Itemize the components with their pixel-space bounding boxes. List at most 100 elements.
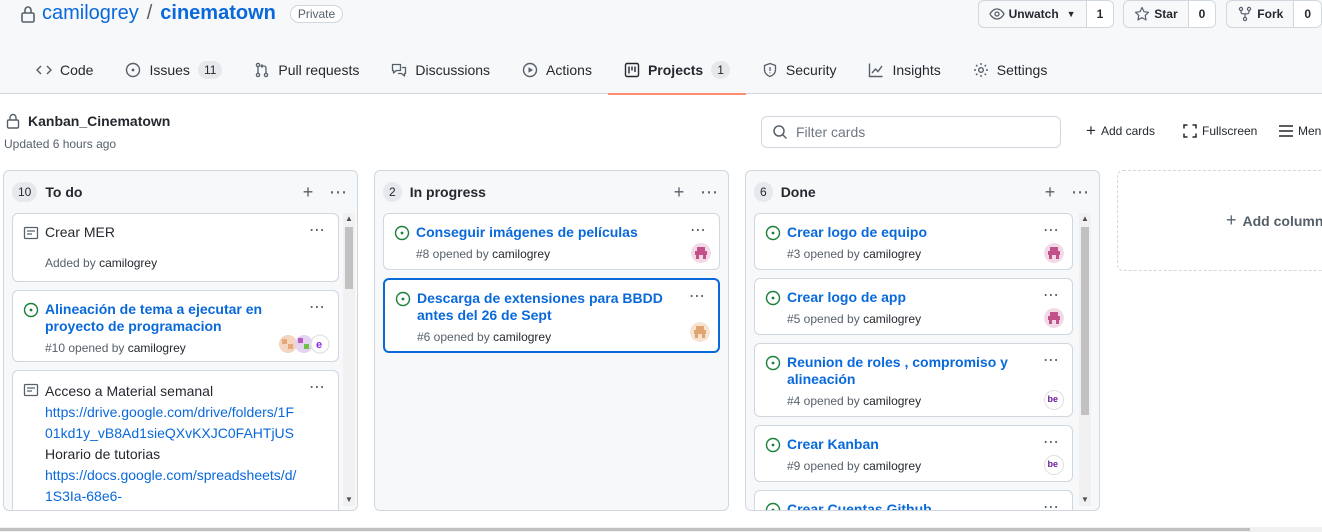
fullscreen-button[interactable]: Fullscreen xyxy=(1183,124,1257,138)
card-author[interactable]: camilogrey xyxy=(863,459,921,473)
star-count[interactable]: 0 xyxy=(1188,1,1216,27)
star-button[interactable]: Star xyxy=(1124,1,1189,27)
card-author[interactable]: camilogrey xyxy=(493,330,551,344)
issue-card[interactable]: Crear logo de equipo #3 opened by camilo… xyxy=(754,213,1073,270)
issue-card[interactable]: Crear logo de app #5 opened by camilogre… xyxy=(754,278,1073,335)
avatar[interactable] xyxy=(690,322,710,342)
avatar[interactable]: be xyxy=(1044,455,1064,475)
issue-card-selected[interactable]: Descarga de extensiones para BBDD antes … xyxy=(383,278,720,353)
tab-issues[interactable]: Issues 11 xyxy=(109,46,238,94)
issue-card[interactable]: Conseguir imágenes de películas #8 opene… xyxy=(383,213,720,270)
avatar[interactable]: be xyxy=(1044,390,1064,410)
fork-button[interactable]: Fork xyxy=(1227,1,1295,27)
star-icon xyxy=(1135,6,1150,21)
tab-label: Discussions xyxy=(415,62,491,78)
kebab-horizontal-icon[interactable]: ⋯ xyxy=(1069,181,1091,203)
kebab-horizontal-icon[interactable]: ⋯ xyxy=(327,181,349,203)
card-meta: #3 opened by camilogrey xyxy=(787,245,1034,263)
scroll-up-arrow[interactable]: ▲ xyxy=(343,213,355,225)
issue-card[interactable]: Alineación de tema a ejecutar en proyect… xyxy=(12,290,339,362)
card-menu-icon[interactable]: ⋯ xyxy=(309,220,326,240)
svg-text:be: be xyxy=(1048,394,1059,404)
issue-opened-icon xyxy=(765,355,781,371)
avatar[interactable] xyxy=(1044,308,1064,328)
add-cards-button[interactable]: + Add cards xyxy=(1086,122,1155,139)
issue-opened-icon xyxy=(765,437,781,453)
search-icon xyxy=(773,125,788,140)
tab-code[interactable]: Code xyxy=(20,46,109,94)
card-author[interactable]: camilogrey xyxy=(492,247,550,261)
add-card-plus-icon[interactable]: + xyxy=(297,181,319,203)
add-card-plus-icon[interactable]: + xyxy=(668,181,690,203)
scroll-thumb[interactable] xyxy=(1081,227,1089,415)
card-menu-icon[interactable]: ⋯ xyxy=(690,220,707,240)
card-meta-prefix: #6 opened by xyxy=(417,330,490,344)
issue-card[interactable]: Reunion de roles , compromiso y alineaci… xyxy=(754,343,1073,417)
plus-icon: + xyxy=(1226,210,1237,230)
card-title[interactable]: Crear Kanban xyxy=(787,436,1034,453)
card-author[interactable]: camilogrey xyxy=(863,247,921,261)
card-title[interactable]: Alineación de tema a ejecutar en proyect… xyxy=(45,301,300,335)
add-column-button[interactable]: + Add column xyxy=(1117,170,1322,271)
horizontal-scrollbar[interactable] xyxy=(0,527,1322,532)
tab-label: Actions xyxy=(546,62,592,78)
card-title[interactable]: Crear Cuentas Github xyxy=(787,501,1034,510)
project-icon xyxy=(624,62,640,78)
avatar[interactable] xyxy=(691,243,711,263)
horizontal-scroll-thumb[interactable] xyxy=(0,528,1250,531)
card-meta: #5 opened by camilogrey xyxy=(787,310,1034,328)
fullscreen-label: Fullscreen xyxy=(1202,124,1258,138)
card-menu-icon[interactable]: ⋯ xyxy=(1043,220,1060,240)
note-card[interactable]: Acceso a Material semanal https://drive.… xyxy=(12,370,339,510)
watch-button[interactable]: Unwatch ▼ xyxy=(979,1,1087,27)
scroll-up-arrow[interactable]: ▲ xyxy=(1079,213,1091,225)
card-menu-icon[interactable]: ⋯ xyxy=(689,286,706,306)
tab-discussions[interactable]: Discussions xyxy=(375,46,506,94)
card-author[interactable]: camilogrey xyxy=(863,394,921,408)
eye-icon xyxy=(988,8,1005,20)
filter-cards-input[interactable] xyxy=(796,124,1046,140)
kebab-horizontal-icon[interactable]: ⋯ xyxy=(698,181,720,203)
card-menu-icon[interactable]: ⋯ xyxy=(1043,285,1060,305)
column-scrollbar[interactable]: ▲ ▼ xyxy=(1079,213,1091,506)
card-author[interactable]: camilogrey xyxy=(128,341,186,355)
watch-count[interactable]: 1 xyxy=(1086,1,1114,27)
note-card[interactable]: Crear MER Added by camilogrey ⋯ xyxy=(12,213,339,282)
column-scrollbar[interactable]: ▲ ▼ xyxy=(343,213,355,506)
issue-card[interactable]: Crear Cuentas Github ⋯ xyxy=(754,490,1073,510)
card-menu-icon[interactable]: ⋯ xyxy=(1043,432,1060,452)
scroll-down-arrow[interactable]: ▼ xyxy=(1079,494,1091,506)
menu-button[interactable]: Menu xyxy=(1279,124,1322,138)
visibility-badge: Private xyxy=(289,4,344,23)
tab-actions[interactable]: Actions xyxy=(506,46,608,94)
tab-settings[interactable]: Settings xyxy=(957,46,1064,94)
fork-count[interactable]: 0 xyxy=(1294,1,1321,27)
tab-pull-requests[interactable]: Pull requests xyxy=(238,46,375,94)
card-author[interactable]: camilogrey xyxy=(863,312,921,326)
chevron-down-icon: ▼ xyxy=(1066,9,1076,19)
repo-owner-link[interactable]: camilogrey xyxy=(42,2,139,25)
card-author[interactable]: camilogrey xyxy=(99,256,157,270)
tab-insights[interactable]: Insights xyxy=(852,46,956,94)
repo-header: camilogrey / cinematown Private Unwatch … xyxy=(0,0,1322,95)
fork-button-group: Fork 0 xyxy=(1226,0,1322,28)
card-title[interactable]: Reunion de roles , compromiso y alineaci… xyxy=(787,354,1034,388)
avatar[interactable] xyxy=(1044,243,1064,263)
issue-card[interactable]: Crear Kanban #9 opened by camilogrey ⋯ b… xyxy=(754,425,1073,482)
card-menu-icon[interactable]: ⋯ xyxy=(309,297,326,317)
card-title[interactable]: Crear logo de app xyxy=(787,289,1034,306)
card-title[interactable]: Crear logo de equipo xyxy=(787,224,1034,241)
card-menu-icon[interactable]: ⋯ xyxy=(309,377,326,397)
repo-name-link[interactable]: cinematown xyxy=(160,2,276,25)
scroll-thumb[interactable] xyxy=(345,227,353,289)
scroll-down-arrow[interactable]: ▼ xyxy=(343,494,355,506)
card-link[interactable]: https://docs.google.com/spreadsheets/d/1… xyxy=(45,465,300,507)
tab-security[interactable]: Security xyxy=(746,46,853,94)
card-title[interactable]: Conseguir imágenes de películas xyxy=(416,224,681,241)
card-title[interactable]: Descarga de extensiones para BBDD antes … xyxy=(417,290,680,324)
card-menu-icon[interactable]: ⋯ xyxy=(1043,497,1060,510)
add-card-plus-icon[interactable]: + xyxy=(1039,181,1061,203)
card-menu-icon[interactable]: ⋯ xyxy=(1043,350,1060,370)
tab-projects[interactable]: Projects 1 xyxy=(607,46,746,95)
card-link[interactable]: https://drive.google.com/drive/folders/1… xyxy=(45,402,300,444)
